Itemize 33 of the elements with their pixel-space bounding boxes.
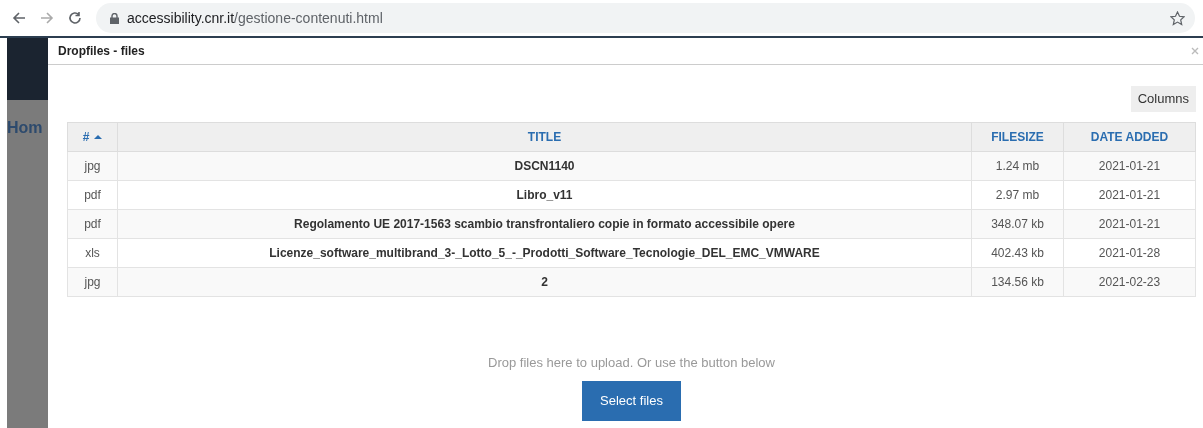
- table-cell: 2: [117, 267, 972, 296]
- table-cell: pdf: [67, 209, 118, 238]
- star-icon[interactable]: [1170, 10, 1185, 26]
- table-cell: Regolamento UE 2017-1563 scambio transfrontaliero copie in formato accessibile opere: [117, 209, 972, 238]
- table-cell: 2021-02-23: [1063, 267, 1196, 296]
- table-cell: 1.24 mb: [971, 151, 1064, 180]
- table-cell: 2.97 mb: [971, 180, 1064, 209]
- column-header[interactable]: TITLE: [117, 122, 972, 151]
- table-cell: jpg: [67, 267, 118, 296]
- reload-icon[interactable]: [68, 11, 82, 25]
- select-files-button[interactable]: Select files: [582, 381, 681, 421]
- table-cell: Licenze_software_multibrand_3-_Lotto_5_-_Prodotti_Software_Tecnologie_DEL_EMC_VMWARE: [117, 238, 972, 267]
- table-cell: 348.07 kb: [971, 209, 1064, 238]
- drop-hint: Drop files here to upload. Or use the button below: [487, 353, 776, 372]
- table-cell: xls: [67, 238, 118, 267]
- back-icon[interactable]: [12, 11, 26, 25]
- table-cell: 134.56 kb: [971, 267, 1064, 296]
- table-cell: 2021-01-21: [1063, 180, 1196, 209]
- table-cell: pdf: [67, 180, 118, 209]
- columns-button[interactable]: Columns: [1130, 86, 1196, 112]
- lock-icon: [110, 12, 119, 24]
- table-cell: 2021-01-28: [1063, 238, 1196, 267]
- column-header[interactable]: FILESIZE: [971, 122, 1064, 151]
- modal-title: Dropfiles - files: [58, 43, 145, 60]
- table-cell: 2021-01-21: [1063, 151, 1196, 180]
- table-cell: jpg: [67, 151, 118, 180]
- column-header[interactable]: #: [67, 122, 118, 151]
- column-header[interactable]: DATE ADDED: [1063, 122, 1196, 151]
- table-cell: 2021-01-21: [1063, 209, 1196, 238]
- address-bar[interactable]: accessibility.cnr.it/gestione-contenuti.html: [96, 3, 1195, 33]
- table-cell: DSCN1140: [117, 151, 972, 180]
- table-cell: 402.43 kb: [971, 238, 1064, 267]
- table-cell: Libro_v11: [117, 180, 972, 209]
